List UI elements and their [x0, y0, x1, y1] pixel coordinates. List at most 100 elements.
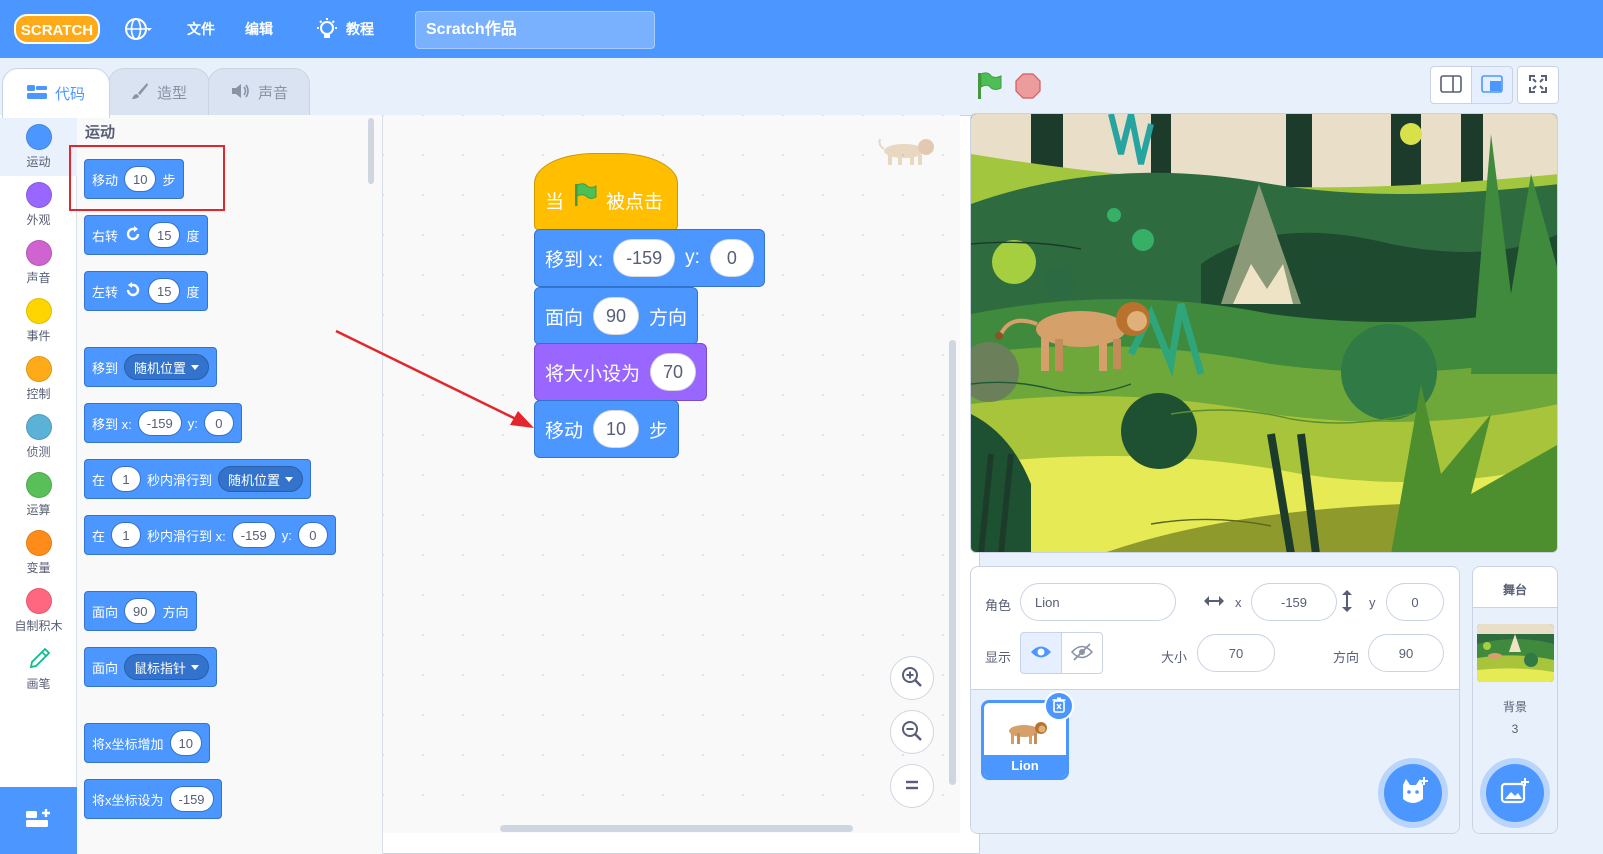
stage-canvas[interactable]: [970, 113, 1558, 553]
category-motion[interactable]: 运动: [0, 118, 77, 176]
tab-sounds[interactable]: 声音: [208, 68, 310, 116]
block-input-seconds[interactable]: 1: [111, 522, 142, 548]
script-vertical-scrollbar[interactable]: [949, 340, 956, 785]
category-pen[interactable]: 画笔: [0, 640, 77, 698]
category-menu: 运动 外观 声音 事件 控制 侦测 运算 变量 自制积木 画笔: [0, 115, 77, 854]
tutorials-menu[interactable]: 教程: [316, 0, 374, 58]
block-dropdown-target[interactable]: 鼠标指针: [124, 654, 210, 680]
block-input-x[interactable]: -159: [137, 410, 182, 436]
large-stage-button[interactable]: [1471, 66, 1513, 104]
block-input-x[interactable]: -159: [231, 522, 276, 548]
size-input[interactable]: 70: [1197, 634, 1275, 672]
block-input-direction[interactable]: 90: [593, 297, 640, 335]
stop-button[interactable]: [1014, 68, 1042, 106]
block-set-x[interactable]: 将x坐标设为 -159: [84, 779, 222, 819]
block-input-size[interactable]: 70: [650, 353, 697, 391]
block-point-towards[interactable]: 面向 鼠标指针: [84, 647, 218, 687]
delete-sprite-button[interactable]: [1044, 691, 1074, 721]
block-turn-right[interactable]: 右转 15 度: [84, 215, 208, 255]
block-input-degrees[interactable]: 15: [148, 278, 181, 304]
block-text: 当: [545, 192, 565, 213]
fullscreen-button[interactable]: [1517, 66, 1559, 104]
category-motion-label: 运动: [26, 155, 51, 169]
sprite-name-input[interactable]: Lion: [1020, 583, 1176, 621]
highlight-box: [69, 145, 225, 211]
category-control[interactable]: 控制: [0, 350, 77, 408]
block-goto[interactable]: 移到 随机位置: [84, 347, 218, 387]
block-change-x[interactable]: 将x坐标增加 10: [84, 723, 210, 763]
equals-icon: [902, 775, 922, 798]
choose-backdrop-button[interactable]: [1486, 764, 1544, 822]
green-flag-button[interactable]: [975, 68, 1003, 106]
sprite-card-name: Lion: [984, 755, 1066, 777]
block-point-direction-script[interactable]: 面向 90 方向: [534, 287, 699, 345]
show-sprite-button[interactable]: [1020, 632, 1062, 674]
rotate-right-icon: [124, 225, 142, 246]
block-dropdown-target[interactable]: 随机位置: [218, 466, 304, 492]
category-my-blocks[interactable]: 自制积木: [0, 582, 77, 640]
category-events[interactable]: 事件: [0, 292, 77, 350]
y-position-input[interactable]: 0: [1386, 583, 1444, 621]
pen-icon: [27, 646, 51, 672]
file-menu-label: 文件: [187, 21, 215, 37]
block-glide-xy[interactable]: 在 1 秒内滑行到 x: -159 y: 0: [84, 515, 336, 555]
block-input-seconds[interactable]: 1: [111, 466, 142, 492]
language-menu[interactable]: [124, 0, 152, 58]
small-stage-icon: [1440, 74, 1462, 96]
block-input-y[interactable]: 0: [203, 410, 234, 436]
block-input-y[interactable]: 0: [297, 522, 328, 548]
direction-input[interactable]: 90: [1368, 634, 1444, 672]
add-extension-button[interactable]: [0, 787, 77, 854]
category-sound[interactable]: 声音: [0, 234, 77, 292]
hide-sprite-button[interactable]: [1061, 632, 1103, 674]
tutorials-label: 教程: [346, 21, 374, 37]
block-when-flag-clicked[interactable]: 当 被点击: [534, 153, 678, 231]
block-input-degrees[interactable]: 15: [148, 222, 181, 248]
category-events-label: 事件: [26, 329, 51, 343]
block-goto-xy[interactable]: 移到 x: -159 y: 0: [84, 403, 242, 443]
category-looks[interactable]: 外观: [0, 176, 77, 234]
category-control-label: 控制: [26, 387, 51, 401]
block-input-x[interactable]: 10: [169, 730, 202, 756]
category-variables[interactable]: 变量: [0, 524, 77, 582]
block-point-direction[interactable]: 面向 90 方向: [84, 591, 197, 631]
globe-icon: [124, 15, 152, 43]
jungle-backdrop: [971, 114, 1557, 552]
zoom-out-button[interactable]: [890, 710, 934, 754]
category-my-blocks-label: 自制积木: [14, 619, 63, 633]
small-stage-button[interactable]: [1430, 66, 1472, 104]
category-variables-label: 变量: [26, 561, 51, 575]
block-turn-left[interactable]: 左转 15 度: [84, 271, 208, 311]
green-flag-icon: [975, 71, 1003, 104]
category-operators[interactable]: 运算: [0, 466, 77, 524]
tab-costumes-label: 造型: [156, 85, 187, 102]
category-operators-label: 运算: [26, 503, 51, 517]
block-input-x[interactable]: -159: [169, 786, 214, 812]
fullscreen-icon: [1528, 74, 1548, 97]
block-move-steps-script[interactable]: 移动 10 步: [534, 400, 680, 458]
file-menu[interactable]: 文件: [187, 0, 215, 58]
choose-sprite-button[interactable]: [1384, 764, 1442, 822]
block-glide[interactable]: 在 1 秒内滑行到 随机位置: [84, 459, 312, 499]
block-text: 移动: [545, 420, 584, 442]
block-dropdown-target[interactable]: 随机位置: [124, 354, 210, 380]
script-horizontal-scrollbar[interactable]: [500, 825, 853, 832]
add-extension-icon: [24, 807, 54, 834]
category-sensing[interactable]: 侦测: [0, 408, 77, 466]
tab-code[interactable]: 代码: [2, 68, 110, 118]
edit-menu[interactable]: 编辑: [245, 0, 273, 58]
block-input-direction[interactable]: 90: [124, 598, 157, 624]
trash-icon: [1052, 697, 1066, 716]
x-position-input[interactable]: -159: [1251, 583, 1337, 621]
zoom-reset-button[interactable]: [890, 764, 934, 808]
block-input-steps[interactable]: 10: [593, 410, 640, 448]
palette-scrollbar[interactable]: [368, 118, 374, 184]
tab-costumes[interactable]: 造型: [108, 68, 210, 116]
block-goto-xy-script[interactable]: 移到 x: -159 y: 0: [534, 229, 765, 287]
zoom-in-button[interactable]: [890, 656, 934, 700]
block-set-size-script[interactable]: 将大小设为 70: [534, 343, 708, 401]
block-input-x[interactable]: -159: [613, 239, 676, 277]
scratch-logo[interactable]: SCRATCH: [14, 12, 100, 46]
project-title-input[interactable]: Scratch作品: [415, 11, 655, 49]
block-input-y[interactable]: 0: [709, 239, 754, 277]
